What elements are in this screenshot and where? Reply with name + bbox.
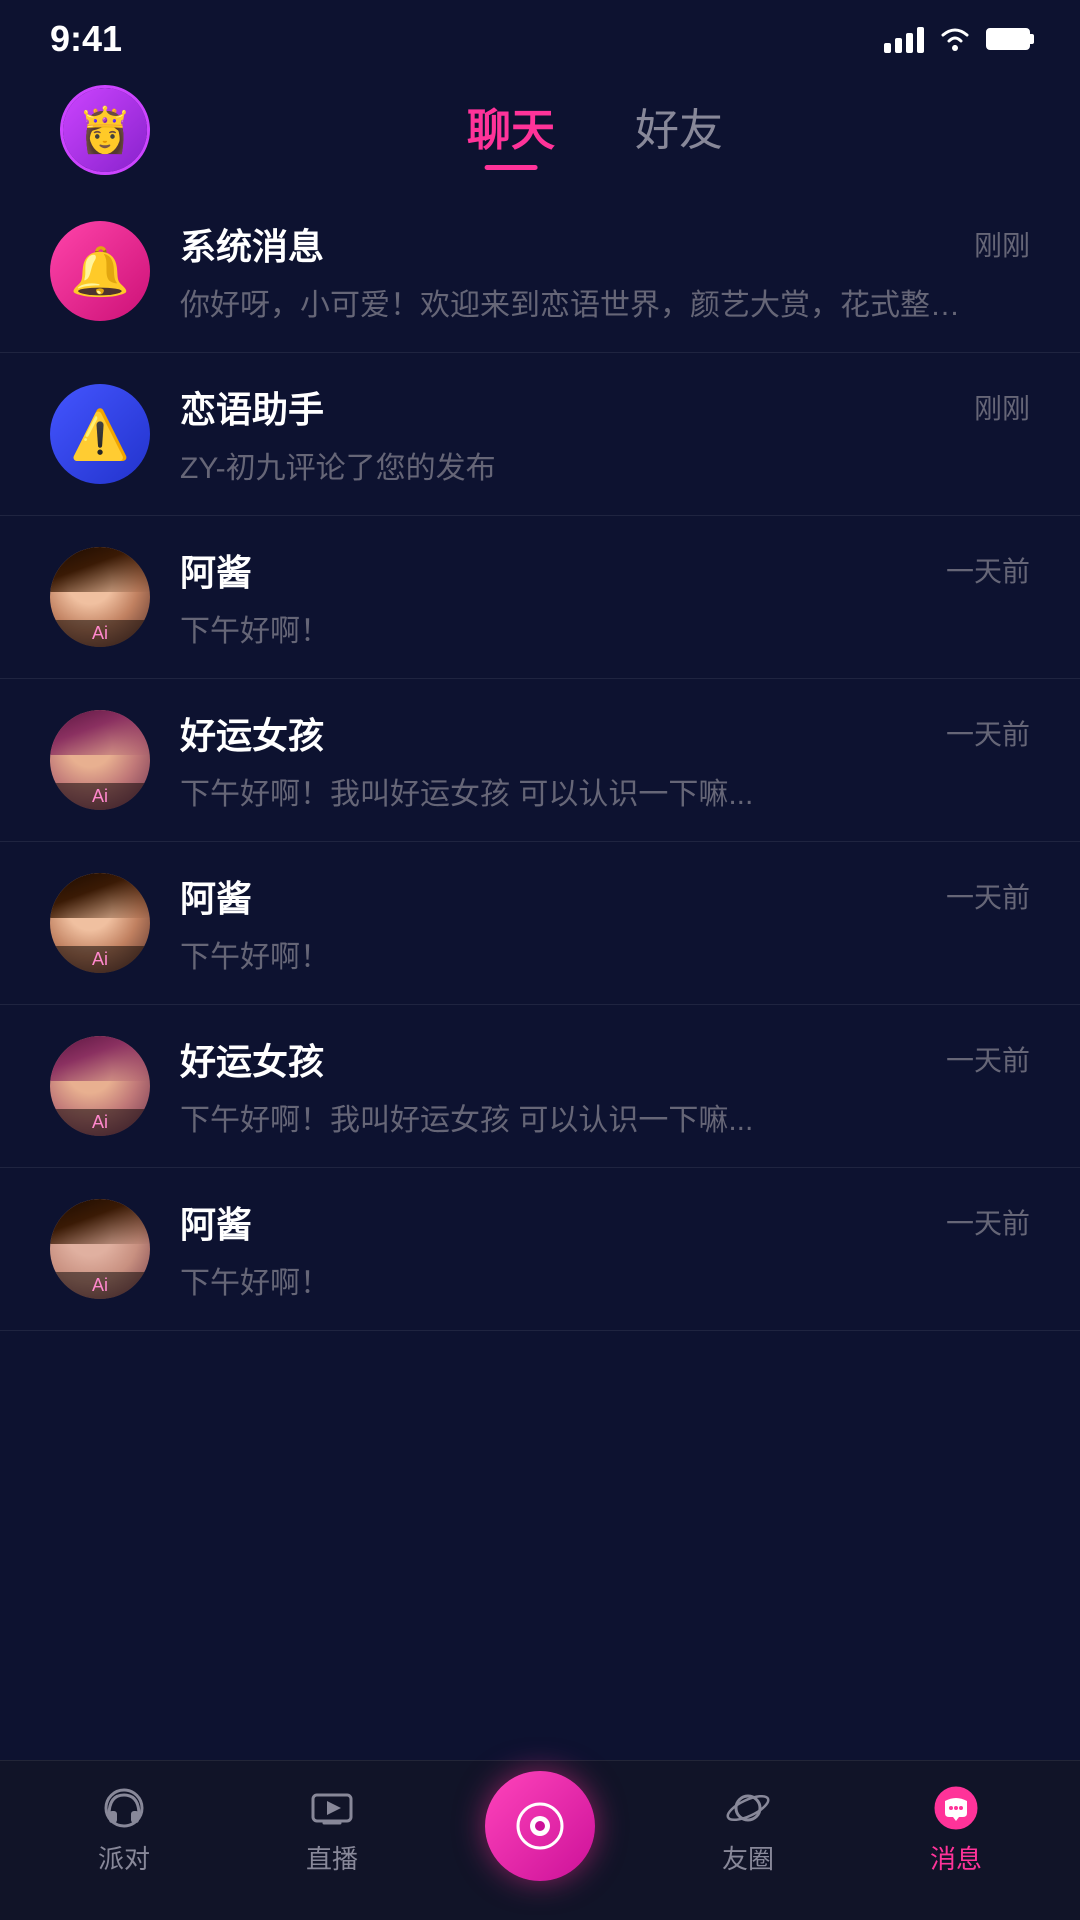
chat-name-ajiang2: 阿酱 [180,870,252,922]
nav-item-live[interactable]: 直播 [267,1785,397,1876]
signal-icon [884,25,924,53]
chat-content-ajiang2: 阿酱 一天前 下午好啊！ [180,870,1030,976]
tab-chat[interactable]: 聊天 [467,94,555,166]
center-button[interactable] [485,1771,595,1881]
chat-item-lucky2[interactable]: Ai 好运女孩 一天前 下午好啊！我叫好运女孩 可以认识一下嘛... [0,1005,1080,1168]
chat-preview-assistant: ZY-初九评论了您的发布 [180,443,980,487]
chat-item-ajiang1[interactable]: Ai 阿酱 一天前 下午好啊！ [0,516,1080,679]
nav-item-friends[interactable]: 友圈 [683,1785,813,1876]
header-tabs: 聊天 好友 [170,94,1020,166]
chat-content-ajiang1: 阿酱 一天前 下午好啊！ [180,544,1030,650]
chat-time-assistant: 刚刚 [974,387,1030,427]
chat-time-ajiang3: 一天前 [946,1202,1030,1242]
chat-time-lucky2: 一天前 [946,1039,1030,1079]
chat-name-ajiang3: 阿酱 [180,1196,252,1248]
avatar-ajiang2: Ai [50,873,150,973]
chat-content-system: 系统消息 刚刚 你好呀，小可爱！欢迎来到恋语世界，颜艺大赏，花式整盘... [180,218,1030,324]
chat-item-system[interactable]: 🔔 系统消息 刚刚 你好呀，小可爱！欢迎来到恋语世界，颜艺大赏，花式整盘... [0,190,1080,353]
nav-item-center[interactable] [475,1771,605,1891]
chat-content-lucky1: 好运女孩 一天前 下午好啊！我叫好运女孩 可以认识一下嘛... [180,707,1030,813]
chat-time-ajiang2: 一天前 [946,876,1030,916]
nav-item-messages[interactable]: 消息 [891,1785,1021,1876]
chat-preview-ajiang1: 下午好啊！ [180,606,980,650]
headphones-icon [101,1785,147,1831]
chat-preview-lucky2: 下午好啊！我叫好运女孩 可以认识一下嘛... [180,1095,980,1139]
avatar-ajiang1: Ai [50,547,150,647]
status-bar: 9:41 [0,0,1080,70]
wifi-icon [938,25,972,53]
chat-name-lucky2: 好运女孩 [180,1033,324,1085]
chat-name-lucky1: 好运女孩 [180,707,324,759]
chat-time-ajiang1: 一天前 [946,550,1030,590]
chat-name-system: 系统消息 [180,218,324,270]
chat-content-lucky2: 好运女孩 一天前 下午好啊！我叫好运女孩 可以认识一下嘛... [180,1033,1030,1139]
chat-preview-system: 你好呀，小可爱！欢迎来到恋语世界，颜艺大赏，花式整盘... [180,280,980,324]
chat-time-lucky1: 一天前 [946,713,1030,753]
ai-label-1: Ai [50,620,150,647]
user-avatar[interactable]: 👸 [60,85,150,175]
system-avatar: 🔔 [50,221,150,321]
status-time: 9:41 [50,18,122,60]
ai-label-3: Ai [50,946,150,973]
chat-item-lucky1[interactable]: Ai 好运女孩 一天前 下午好啊！我叫好运女孩 可以认识一下嘛... [0,679,1080,842]
chat-item-ajiang3[interactable]: Ai 阿酱 一天前 下午好啊！ [0,1168,1080,1331]
tab-friends[interactable]: 好友 [635,94,723,166]
chat-preview-ajiang3: 下午好啊！ [180,1258,980,1302]
chat-preview-ajiang2: 下午好啊！ [180,932,980,976]
chat-content-ajiang3: 阿酱 一天前 下午好啊！ [180,1196,1030,1302]
avatar-lucky2: Ai [50,1036,150,1136]
status-icons [884,25,1030,53]
assistant-avatar: ⚠️ [50,384,150,484]
message-icon [933,1785,979,1831]
battery-icon [986,28,1030,50]
chat-list: 🔔 系统消息 刚刚 你好呀，小可爱！欢迎来到恋语世界，颜艺大赏，花式整盘... … [0,180,1080,1760]
chat-name-assistant: 恋语助手 [180,381,324,433]
chat-preview-lucky1: 下午好啊！我叫好运女孩 可以认识一下嘛... [180,769,980,813]
ai-label-5: Ai [50,1272,150,1299]
avatar-ajiang3: Ai [50,1199,150,1299]
nav-label-messages: 消息 [930,1839,982,1876]
chat-item-assistant[interactable]: ⚠️ 恋语助手 刚刚 ZY-初九评论了您的发布 [0,353,1080,516]
center-icon [511,1797,569,1855]
nav-item-party[interactable]: 派对 [59,1785,189,1876]
tv-icon [309,1785,355,1831]
nav-label-friends: 友圈 [722,1839,774,1876]
chat-name-ajiang1: 阿酱 [180,544,252,596]
chat-content-assistant: 恋语助手 刚刚 ZY-初九评论了您的发布 [180,381,1030,487]
planet-icon [725,1785,771,1831]
ai-label-2: Ai [50,783,150,810]
nav-label-party: 派对 [98,1839,150,1876]
avatar-lucky1: Ai [50,710,150,810]
header: 👸 聊天 好友 [0,70,1080,180]
chat-item-ajiang2[interactable]: Ai 阿酱 一天前 下午好啊！ [0,842,1080,1005]
bottom-nav: 派对 直播 友圈 [0,1760,1080,1920]
chat-time-system: 刚刚 [974,224,1030,264]
ai-label-4: Ai [50,1109,150,1136]
nav-label-live: 直播 [306,1839,358,1876]
